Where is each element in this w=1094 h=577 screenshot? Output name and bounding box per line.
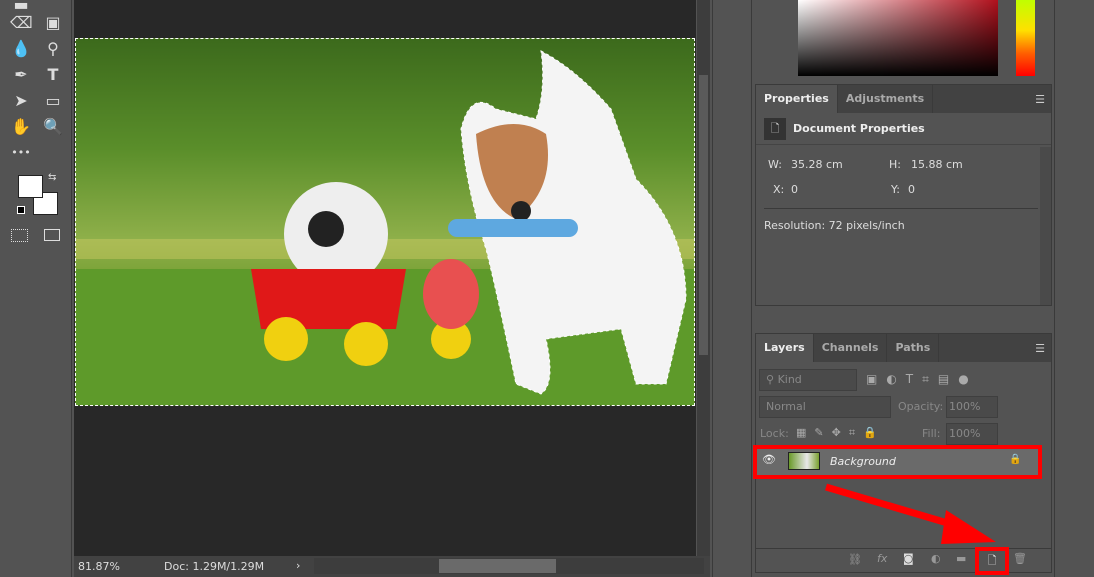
quick-mask-icon[interactable] [11, 229, 28, 242]
tab-adjustments[interactable]: Adjustments [838, 85, 934, 113]
visibility-eye-icon[interactable]: 👁 [762, 453, 776, 466]
x-label: X: [773, 183, 785, 196]
lock-label: Lock: [760, 427, 789, 440]
lock-icons[interactable]: ▦✎✥⌗🔒 [796, 426, 885, 440]
screen-mode-icon[interactable] [44, 229, 60, 241]
tab-layers[interactable]: Layers [756, 334, 814, 362]
width-value[interactable]: 35.28 cm [791, 158, 843, 171]
new-group-icon[interactable]: ▬ [956, 552, 966, 565]
gradient-icon[interactable]: ▣ [42, 12, 64, 34]
dog-photo [76, 50, 694, 405]
more-icon[interactable]: ••• [10, 142, 32, 164]
tab-channels[interactable]: Channels [814, 334, 888, 362]
filter-kind-label: Kind [777, 373, 802, 386]
rectangle-icon[interactable]: ▭ [42, 90, 64, 112]
collapsed-panel-strip [1054, 0, 1094, 577]
fill-field[interactable]: 100% [946, 423, 998, 445]
layers-panel: Layers Channels Paths ☰ ⚲ Kind ▣◐T⌗▤● No… [753, 333, 1052, 575]
horizontal-scroll-thumb[interactable] [439, 559, 556, 573]
hand-icon[interactable]: ✋ [10, 116, 32, 138]
x-value[interactable]: 0 [791, 183, 798, 196]
filter-icons[interactable]: ▣◐T⌗▤● [866, 372, 978, 387]
new-layer-button[interactable]: 🗋 [975, 547, 1009, 575]
dodge-icon[interactable]: ⚲ [42, 38, 64, 60]
divider [764, 208, 1038, 209]
layer-thumbnail [788, 452, 820, 470]
link-layers-icon[interactable]: ⛓ [848, 553, 862, 566]
path-select-icon[interactable]: ➤ [10, 90, 32, 112]
layer-lock-icon[interactable]: 🔒 [1009, 454, 1021, 465]
document-image[interactable] [75, 38, 695, 406]
blur-icon[interactable]: 💧 [10, 38, 32, 60]
width-label: W: [768, 158, 782, 171]
properties-scrollbar[interactable] [1040, 147, 1051, 305]
zoom-icon[interactable]: 🔍 [42, 116, 64, 138]
pen-icon[interactable]: ✒ [10, 64, 32, 86]
fx-icon[interactable]: fx [877, 552, 887, 565]
document-icon: 🗋 [764, 118, 786, 140]
add-mask-icon[interactable]: ◙ [903, 552, 914, 565]
horizontal-scrollbar[interactable] [314, 558, 704, 574]
foreground-color-swatch[interactable] [18, 175, 43, 198]
layer-row-background[interactable]: 👁 Background 🔒 [753, 445, 1042, 479]
layer-filter-kind[interactable]: ⚲ Kind [759, 369, 857, 391]
eraser-icon[interactable]: ⌫ [10, 12, 33, 34]
blend-mode-select[interactable]: Normal [759, 396, 891, 418]
delete-layer-icon[interactable]: 🗑 [1013, 552, 1027, 565]
panel-dock-gap [712, 0, 752, 577]
y-value[interactable]: 0 [908, 183, 915, 196]
layer-name[interactable]: Background [830, 455, 896, 468]
tab-properties[interactable]: Properties [756, 85, 838, 113]
opacity-label: Opacity: [898, 400, 944, 413]
resolution-text: Resolution: 72 pixels/inch [764, 219, 905, 232]
opacity-field[interactable]: 100% [946, 396, 998, 418]
vertical-scroll-thumb[interactable] [699, 75, 708, 355]
status-bar: 81.87% Doc: 1.29M/1.29M › [74, 556, 710, 577]
layers-footer: ⛓ fx ◙ ◐ ▬ 🗋 🗑 [756, 547, 1051, 575]
layers-menu-icon[interactable]: ☰ [1035, 342, 1045, 355]
y-label: Y: [891, 183, 900, 196]
swap-colors-icon[interactable]: ⇆ [48, 172, 56, 183]
height-label: H: [889, 158, 901, 171]
tab-paths[interactable]: Paths [887, 334, 940, 362]
new-layer-icon: 🗋 [987, 554, 997, 567]
adjustment-layer-icon[interactable]: ◐ [931, 552, 941, 565]
doc-size: Doc: 1.29M/1.29M [164, 560, 265, 573]
color-picker-field[interactable] [798, 0, 998, 76]
properties-panel: Properties Adjustments ☰ 🗋 Document Prop… [755, 84, 1052, 306]
height-value[interactable]: 15.88 cm [911, 158, 963, 171]
default-colors-icon[interactable] [17, 206, 25, 214]
zoom-level[interactable]: 81.87% [78, 560, 120, 573]
red-arrow-annotation [825, 483, 996, 544]
type-icon[interactable]: T [42, 64, 64, 86]
hue-slider[interactable] [1016, 0, 1035, 76]
panel-menu-icon[interactable]: ☰ [1035, 93, 1045, 106]
tools-panel: ▬ ⌫ ▣ 💧 ⚲ ✒ T ➤ ▭ ✋ 🔍 ••• ⇆ [0, 0, 72, 577]
fill-label: Fill: [922, 427, 941, 440]
status-menu-arrow-icon[interactable]: › [296, 559, 300, 572]
properties-title: Document Properties [793, 122, 925, 135]
